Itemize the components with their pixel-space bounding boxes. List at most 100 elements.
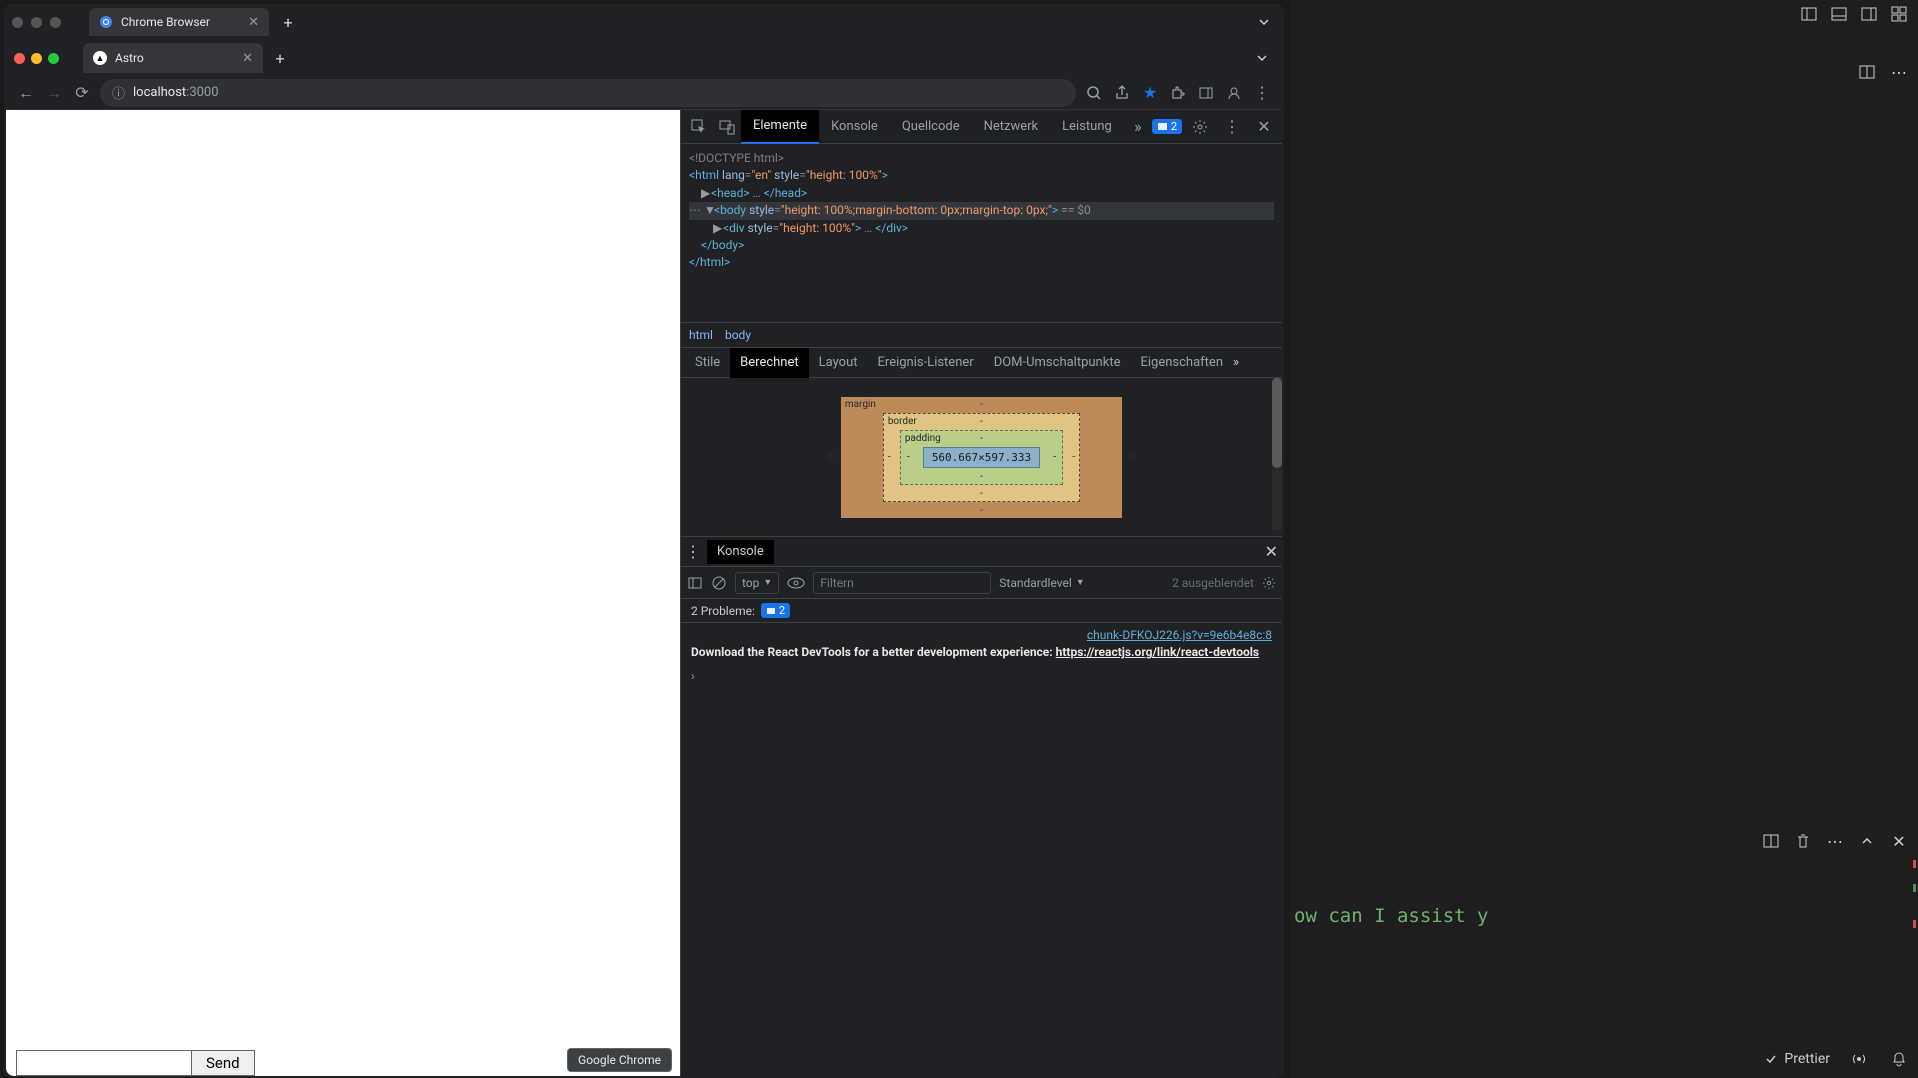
terminal-toolbar: ⋯ ✕ — [1760, 830, 1910, 852]
tabs-dropdown-icon[interactable] — [1252, 16, 1276, 28]
close-icon[interactable]: ✕ — [1888, 830, 1910, 852]
side-panel-icon[interactable] — [1196, 83, 1216, 103]
log-level-select[interactable]: Standardlevel▼ — [999, 576, 1084, 590]
close-drawer-icon[interactable]: ✕ — [1265, 542, 1278, 561]
bookmark-star-icon[interactable]: ★ — [1140, 83, 1160, 103]
kebab-icon[interactable]: ⋮ — [1218, 113, 1246, 141]
share-icon[interactable] — [1112, 83, 1132, 103]
extensions-icon[interactable] — [1168, 83, 1188, 103]
minimize-window-icon[interactable] — [31, 17, 42, 28]
editor-top-icons — [1290, 0, 1918, 28]
url-input[interactable]: ⓘ localhost:3000 — [100, 79, 1076, 107]
back-icon[interactable]: ← — [16, 83, 36, 103]
close-window-icon[interactable] — [12, 17, 23, 28]
bell-icon[interactable] — [1888, 1048, 1910, 1070]
zoom-icon[interactable] — [1084, 83, 1104, 103]
settings-gear-icon[interactable] — [1186, 113, 1214, 141]
devtools-tab-performance[interactable]: Leistung — [1050, 110, 1124, 144]
console-drawer-tab[interactable]: Konsole — [707, 540, 774, 564]
chrome-favicon-icon — [99, 15, 113, 29]
styles-tab-listener[interactable]: Ereignis-Listener — [868, 348, 984, 378]
live-expression-icon[interactable] — [787, 577, 805, 589]
outer-browser-tab[interactable]: Chrome Browser ✕ — [89, 8, 269, 36]
dom-tree[interactable]: <!DOCTYPE html> <html lang="en" style="h… — [681, 144, 1282, 322]
breadcrumb-body[interactable]: body — [725, 328, 751, 342]
styles-tab-dom-bp[interactable]: DOM-Umschaltpunkte — [984, 348, 1131, 378]
split-editor-icon[interactable] — [1856, 61, 1878, 83]
maximize-window-icon[interactable] — [50, 17, 61, 28]
outer-tab-title: Chrome Browser — [121, 15, 210, 29]
close-tab-icon[interactable]: ✕ — [248, 15, 259, 30]
breadcrumb-html[interactable]: html — [689, 328, 713, 342]
context-select[interactable]: top▼ — [735, 572, 779, 594]
react-devtools-link[interactable]: https://reactjs.org/link/react-devtools — [1056, 645, 1259, 659]
more-tabs-icon[interactable]: » — [1124, 113, 1152, 141]
astro-favicon-icon: ▲ — [93, 51, 107, 65]
panel-grid-icon[interactable] — [1888, 3, 1910, 25]
issues-badge[interactable]: 2 — [1152, 119, 1182, 134]
tab-title: Astro — [115, 51, 144, 65]
console-drawer: ⋮ Konsole ✕ top▼ Filtern Standardlevel▼ … — [681, 536, 1282, 1076]
maximize-window-icon[interactable] — [48, 53, 59, 64]
send-button[interactable]: Send — [191, 1050, 255, 1076]
styles-tab-layout[interactable]: Layout — [809, 348, 868, 378]
devtools-tab-sources[interactable]: Quellcode — [890, 110, 972, 144]
chevron-up-icon[interactable] — [1856, 830, 1878, 852]
panel-layout-icon-2[interactable] — [1828, 3, 1850, 25]
inspect-icon[interactable] — [685, 113, 713, 141]
site-info-icon[interactable]: ⓘ — [112, 83, 125, 102]
styles-tab-props[interactable]: Eigenschaften — [1130, 348, 1233, 378]
terminal-output: ow can I assist y — [1294, 905, 1488, 927]
close-window-icon[interactable] — [14, 53, 25, 64]
profile-icon[interactable] — [1224, 83, 1244, 103]
devtools-tab-network[interactable]: Netzwerk — [972, 110, 1051, 144]
styles-tab-bar: Stile Berechnet Layout Ereignis-Listener… — [681, 348, 1282, 378]
close-devtools-icon[interactable]: ✕ — [1250, 113, 1278, 141]
new-tab-icon[interactable]: + — [277, 11, 299, 33]
tabs-dropdown-icon[interactable] — [1250, 52, 1274, 64]
more-tabs-icon[interactable]: » — [1233, 355, 1239, 370]
scrollbar[interactable] — [1272, 378, 1282, 530]
status-bar: Prettier — [1764, 1048, 1910, 1070]
terminal-panel-icon[interactable] — [1760, 830, 1782, 852]
page-viewport: Send Google Chrome — [6, 110, 680, 1076]
trash-icon[interactable] — [1792, 830, 1814, 852]
kebab-icon[interactable]: ⋯ — [1824, 830, 1846, 852]
outer-browser-window: Chrome Browser ✕ + ▲ Astro ✕ + ← → ⟳ ⓘ l… — [4, 4, 1284, 1078]
editor-panel: ⋯ ⋯ ✕ ow can I assist y Prettier — [1290, 0, 1918, 1078]
filter-input[interactable]: Filtern — [813, 572, 991, 594]
problems-row[interactable]: 2 Probleme: 2 — [681, 599, 1282, 623]
devtools-tab-console[interactable]: Konsole — [819, 110, 890, 144]
devtools-tab-elements[interactable]: Elemente — [741, 110, 819, 144]
settings-gear-icon[interactable] — [1262, 576, 1276, 590]
kebab-icon[interactable]: ⋮ — [685, 542, 701, 561]
inner-browser-window: ▲ Astro ✕ + ← → ⟳ ⓘ localhost:3000 ★ ⋮ — [6, 40, 1282, 1076]
panel-layout-icon-1[interactable] — [1798, 3, 1820, 25]
clear-console-icon[interactable] — [711, 575, 727, 591]
hidden-count[interactable]: 2 ausgeblendet — [1172, 576, 1254, 590]
device-toggle-icon[interactable] — [713, 113, 741, 141]
close-tab-icon[interactable]: ✕ — [242, 51, 253, 66]
browser-tab[interactable]: ▲ Astro ✕ — [83, 43, 263, 73]
broadcast-icon[interactable] — [1848, 1048, 1870, 1070]
prettier-status[interactable]: Prettier — [1764, 1051, 1830, 1067]
styles-tab-stile[interactable]: Stile — [685, 348, 730, 378]
dom-breadcrumb[interactable]: html body — [681, 322, 1282, 348]
address-bar: ← → ⟳ ⓘ localhost:3000 ★ ⋮ — [6, 76, 1282, 110]
devtools-panel: Elemente Konsole Quellcode Netzwerk Leis… — [680, 110, 1282, 1076]
menu-kebab-icon[interactable]: ⋮ — [1252, 83, 1272, 103]
chat-input[interactable] — [16, 1050, 192, 1076]
reload-icon[interactable]: ⟳ — [72, 83, 92, 103]
box-model: margin - 8 8 - border - - - - padding — [681, 378, 1282, 536]
kebab-icon[interactable]: ⋯ — [1888, 61, 1910, 83]
styles-tab-berechnet[interactable]: Berechnet — [730, 348, 808, 378]
sidebar-toggle-icon[interactable] — [687, 575, 703, 591]
inner-tab-bar: ▲ Astro ✕ + — [6, 40, 1282, 76]
dock-tooltip: Google Chrome — [567, 1048, 672, 1072]
forward-icon[interactable]: → — [44, 83, 64, 103]
console-output[interactable]: chunk-DFKOJ226.js?v=9e6b4e8c:8 Download … — [681, 623, 1282, 1076]
new-tab-icon[interactable]: + — [269, 47, 291, 69]
minimize-window-icon[interactable] — [31, 53, 42, 64]
panel-layout-icon-3[interactable] — [1858, 3, 1880, 25]
source-link[interactable]: chunk-DFKOJ226.js?v=9e6b4e8c:8 — [1087, 627, 1272, 644]
